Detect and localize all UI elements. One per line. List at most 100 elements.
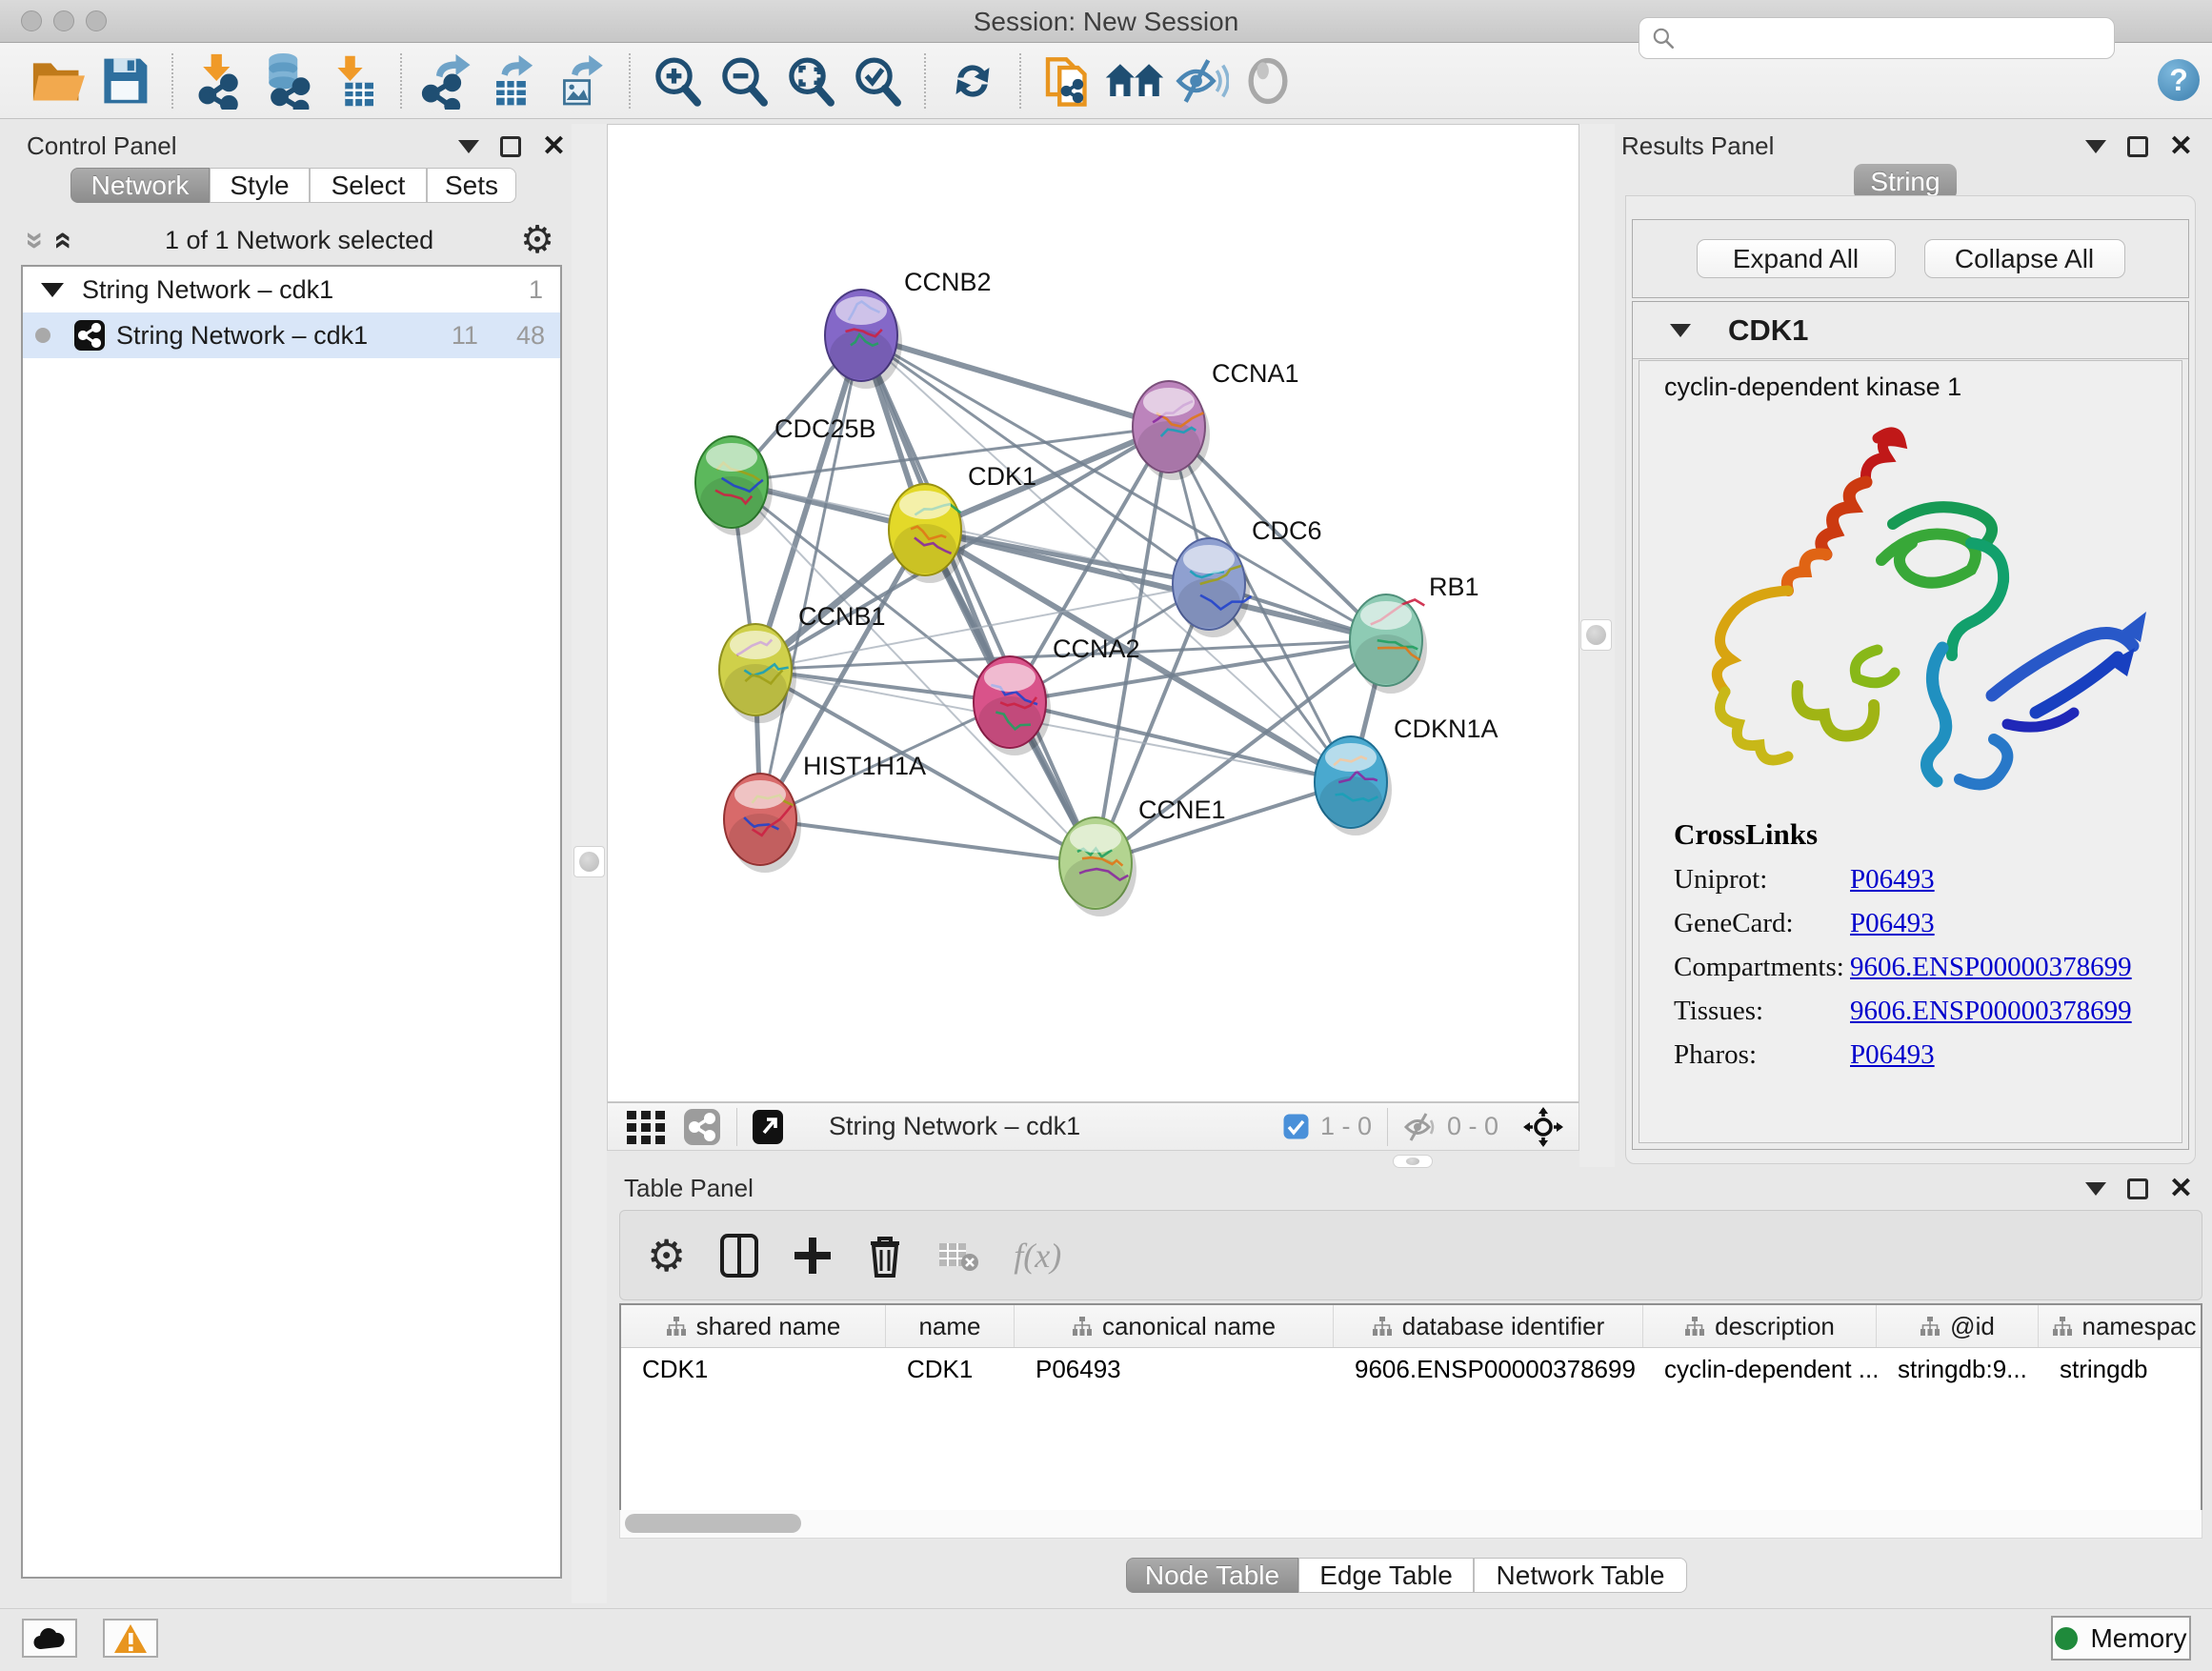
table-cell[interactable]: stringdb:9... <box>1877 1348 2039 1390</box>
table-row[interactable]: CDK1CDK1P064939606.ENSP00000378699cyclin… <box>621 1348 2201 1390</box>
selected-checkbox-icon[interactable] <box>1283 1114 1309 1139</box>
import-network-icon[interactable] <box>187 50 253 111</box>
crosslink-link[interactable]: P06493 <box>1850 864 1935 896</box>
help-icon[interactable]: ? <box>2158 59 2200 101</box>
cloud-icon[interactable] <box>22 1619 77 1658</box>
clear-table-icon[interactable] <box>937 1239 979 1272</box>
node-table[interactable]: shared namenamecanonical namedatabase id… <box>619 1303 2202 1539</box>
columns-icon[interactable] <box>720 1234 758 1278</box>
tab-network[interactable]: Network <box>70 168 210 203</box>
table-cell[interactable]: CDK1 <box>886 1348 1015 1390</box>
table-cell[interactable]: P06493 <box>1015 1348 1334 1390</box>
zoom-out-icon[interactable] <box>711 50 777 111</box>
panel-collapse-icon[interactable] <box>2085 140 2106 153</box>
panel-float-icon[interactable] <box>2127 136 2148 157</box>
left-splitter[interactable] <box>572 124 607 1603</box>
network-node[interactable]: RB1 <box>1350 573 1479 694</box>
tab-network-table[interactable]: Network Table <box>1474 1558 1687 1593</box>
network-options-gear-icon[interactable]: ⚙ <box>520 221 554 259</box>
collapse-all-button[interactable]: Collapse All <box>1924 239 2125 278</box>
search-bar[interactable] <box>1639 17 2115 59</box>
crosslink-link[interactable]: P06493 <box>1850 908 1935 939</box>
column-header[interactable]: description <box>1643 1305 1877 1347</box>
protein-expander-icon[interactable] <box>1670 324 1691 337</box>
crosslink-row: Pharos:P06493 <box>1674 1039 2182 1071</box>
hidden-eye-icon[interactable] <box>1403 1113 1438 1141</box>
home-pages-icon[interactable] <box>1101 50 1168 111</box>
crosslink-link[interactable]: P06493 <box>1850 1039 1935 1071</box>
horizontal-splitter-handle[interactable] <box>1393 1155 1433 1168</box>
export-network-icon[interactable] <box>415 50 482 111</box>
network-edge[interactable] <box>760 819 1096 863</box>
panel-float-icon[interactable] <box>500 136 521 157</box>
right-splitter-handle[interactable] <box>1580 619 1612 651</box>
table-cell[interactable]: stringdb <box>2039 1348 2202 1390</box>
zoom-in-icon[interactable] <box>644 50 711 111</box>
collapse-all-networks-icon[interactable]: « <box>46 226 83 254</box>
export-image-icon[interactable] <box>549 50 615 111</box>
gear-icon[interactable]: ⚙ <box>647 1237 686 1275</box>
shared-column-icon <box>666 1316 687 1337</box>
network-node[interactable]: CCNA1 <box>1133 359 1299 480</box>
panel-collapse-icon[interactable] <box>458 140 479 153</box>
left-splitter-handle[interactable] <box>573 846 605 877</box>
tab-sets[interactable]: Sets <box>427 168 516 203</box>
memory-button[interactable]: Memory <box>2051 1616 2191 1661</box>
collection-expander-icon[interactable] <box>41 283 64 297</box>
add-column-icon[interactable] <box>793 1236 833 1276</box>
table-hscrollbar[interactable] <box>619 1510 2202 1539</box>
save-session-icon[interactable] <box>91 50 158 111</box>
function-icon[interactable]: f(x) <box>1014 1236 1061 1276</box>
table-cell[interactable]: cyclin-dependent ... <box>1643 1348 1877 1390</box>
export-table-icon[interactable] <box>482 50 549 111</box>
network-edge[interactable] <box>861 335 1169 427</box>
column-header[interactable]: name <box>886 1305 1015 1347</box>
launch-view-icon[interactable] <box>753 1108 783 1146</box>
copy-style-icon[interactable] <box>1035 50 1101 111</box>
column-header[interactable]: namespac <box>2039 1305 2202 1347</box>
network-edge[interactable] <box>861 335 1096 863</box>
zoom-fit-icon[interactable] <box>777 50 844 111</box>
network-collection-row[interactable]: String Network – cdk1 1 <box>23 267 560 312</box>
panel-close-icon[interactable]: ✕ <box>2169 136 2193 157</box>
crosslink-link[interactable]: 9606.ENSP00000378699 <box>1850 996 2132 1027</box>
warning-icon[interactable] <box>103 1619 158 1658</box>
network-graph[interactable]: CCNB2CCNA1CDC25BCDK1CDC6RB1CCNB1CCNA2CDK… <box>608 125 1580 1103</box>
crosslink-link[interactable]: 9606.ENSP00000378699 <box>1850 952 2132 983</box>
show-hide-icon[interactable] <box>1168 50 1235 111</box>
network-node[interactable]: CDKN1A <box>1315 715 1498 836</box>
column-header[interactable]: database identifier <box>1334 1305 1643 1347</box>
table-cell[interactable]: 9606.ENSP00000378699 <box>1334 1348 1643 1390</box>
open-session-icon[interactable] <box>25 50 91 111</box>
tab-node-table[interactable]: Node Table <box>1126 1558 1298 1593</box>
network-row[interactable]: String Network – cdk1 11 48 <box>23 312 560 358</box>
expand-all-button[interactable]: Expand All <box>1697 239 1896 278</box>
refresh-layout-icon[interactable] <box>939 50 1006 111</box>
search-input[interactable] <box>1676 24 2114 53</box>
column-header[interactable]: @id <box>1877 1305 2039 1347</box>
network-edge[interactable] <box>1010 702 1351 782</box>
share-view-icon[interactable] <box>683 1108 721 1146</box>
tab-style[interactable]: Style <box>210 168 310 203</box>
column-header[interactable]: shared name <box>621 1305 886 1347</box>
panel-close-icon[interactable]: ✕ <box>542 136 566 157</box>
import-database-icon[interactable] <box>253 50 320 111</box>
panel-collapse-icon[interactable] <box>2085 1182 2106 1196</box>
network-canvas[interactable]: CCNB2CCNA1CDC25BCDK1CDC6RB1CCNB1CCNA2CDK… <box>607 124 1579 1102</box>
column-header[interactable]: canonical name <box>1015 1305 1334 1347</box>
hscrollbar-thumb[interactable] <box>625 1514 801 1533</box>
network-node[interactable]: HIST1H1A <box>724 752 926 873</box>
tab-select[interactable]: Select <box>310 168 427 203</box>
grid-view-icon[interactable] <box>625 1109 668 1145</box>
import-table-icon[interactable] <box>320 50 387 111</box>
crosshair-icon[interactable] <box>1523 1107 1563 1147</box>
panel-close-icon[interactable]: ✕ <box>2169 1178 2193 1199</box>
table-cell[interactable]: CDK1 <box>621 1348 886 1390</box>
tab-edge-table[interactable]: Edge Table <box>1298 1558 1474 1593</box>
network-edge[interactable] <box>760 335 861 819</box>
delete-column-icon[interactable] <box>867 1234 903 1278</box>
zoom-selected-icon[interactable] <box>844 50 911 111</box>
panel-float-icon[interactable] <box>2127 1178 2148 1199</box>
network-node[interactable]: CCNB1 <box>719 602 886 723</box>
network-node[interactable]: CCNE1 <box>1059 795 1226 916</box>
